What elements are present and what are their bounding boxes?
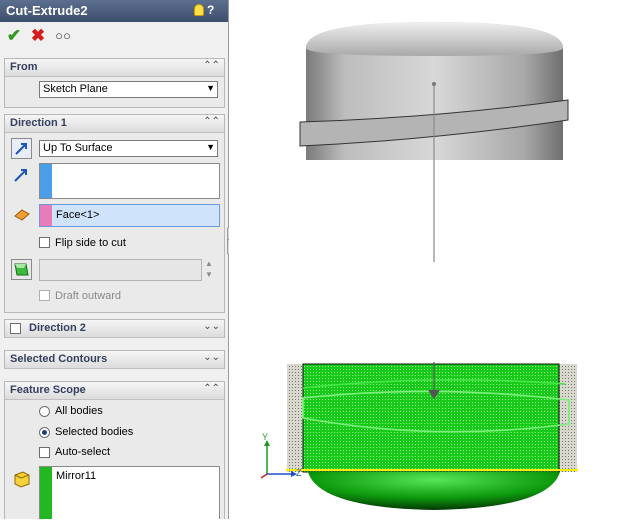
end-condition-value: Up To Surface [43, 142, 113, 154]
reverse-direction-icon[interactable] [11, 138, 32, 159]
chevron-up-icon[interactable]: ⌃⌃ [203, 116, 220, 127]
direction1-header-label: Direction 1 [10, 117, 67, 129]
solid-body-icon [13, 470, 31, 491]
chevron-up-icon[interactable]: ⌃⌃ [203, 383, 220, 394]
model-view [260, 22, 578, 510]
from-select-value: Sketch Plane [43, 83, 108, 95]
direction2-header[interactable]: Direction 2 ⌄⌄ [5, 320, 224, 338]
triad-y-label: Y [262, 432, 269, 442]
chevron-down-icon[interactable]: ⌄⌄ [203, 321, 220, 332]
tip-icon[interactable] [194, 4, 204, 16]
from-section: From ⌃⌃ Sketch Plane ▼ [4, 58, 225, 108]
direction1-section: Direction 1 ⌃⌃ Up To Surface ▼ Face<1> F… [4, 114, 225, 313]
spin-up-icon[interactable]: ▲ [205, 259, 213, 268]
draft-icon[interactable] [11, 259, 32, 280]
draft-outward-checkbox[interactable] [39, 290, 50, 301]
feature-title-bar: Cut-Extrude2 ? [0, 0, 228, 22]
selected-bodies-radio[interactable] [39, 427, 50, 438]
end-condition-select[interactable]: Up To Surface ▼ [39, 140, 218, 157]
graphics-viewport[interactable]: Y Z [229, 0, 620, 519]
face-icon [13, 208, 31, 225]
face-swatch [40, 205, 52, 226]
all-bodies-label: All bodies [55, 405, 103, 417]
bodies-list[interactable]: Mirror11 [39, 466, 220, 519]
direction-vector-icon [13, 167, 29, 186]
body-list-item[interactable]: Mirror11 [56, 470, 96, 482]
spin-down-icon[interactable]: ▼ [205, 270, 213, 279]
direction-swatch [40, 164, 52, 198]
dropdown-arrow-icon[interactable]: ▼ [206, 142, 215, 152]
feature-scope-label: Feature Scope [10, 384, 86, 396]
selected-contours-label: Selected Contours [10, 353, 108, 365]
triad-z-label: Z [296, 468, 302, 478]
body-swatch [40, 467, 52, 519]
check-icon[interactable]: ✔ [5, 27, 23, 45]
feature-scope-section: Feature Scope ⌃⌃ All bodies Selected bod… [4, 381, 225, 519]
direction2-checkbox[interactable] [10, 323, 21, 334]
all-bodies-radio[interactable] [39, 406, 50, 417]
from-select[interactable]: Sketch Plane ▼ [39, 81, 218, 98]
cap-body[interactable] [299, 22, 569, 262]
help-icon[interactable]: ? [207, 3, 214, 17]
direction2-section: Direction 2 ⌄⌄ [4, 319, 225, 338]
property-manager: Cut-Extrude2 ? ✔ ✖ ○○ From ⌃⌃ Sketch Pla… [0, 0, 229, 519]
selected-contours-section: Selected Contours ⌄⌄ [4, 350, 225, 369]
direction1-header[interactable]: Direction 1 ⌃⌃ [5, 115, 224, 133]
selected-bodies-label: Selected bodies [55, 426, 134, 438]
flip-side-checkbox[interactable] [39, 237, 50, 248]
close-icon[interactable]: ✖ [29, 27, 47, 45]
from-header[interactable]: From ⌃⌃ [5, 59, 224, 77]
selected-contours-header[interactable]: Selected Contours ⌄⌄ [5, 351, 224, 369]
feature-title: Cut-Extrude2 [6, 3, 88, 18]
draft-outward-label: Draft outward [55, 290, 122, 302]
auto-select-checkbox[interactable] [39, 447, 50, 458]
dropdown-arrow-icon[interactable]: ▼ [206, 83, 215, 93]
from-header-label: From [10, 61, 38, 73]
face-field[interactable]: Face<1> [39, 204, 220, 227]
feature-scope-header[interactable]: Feature Scope ⌃⌃ [5, 382, 224, 400]
cut-preview[interactable] [286, 362, 578, 510]
auto-select-label: Auto-select [55, 446, 111, 458]
face-value: Face<1> [56, 209, 100, 221]
direction-vector-field[interactable] [39, 163, 220, 199]
flip-side-label: Flip side to cut [55, 237, 126, 249]
direction2-header-label: Direction 2 [29, 322, 86, 334]
draft-angle-input[interactable] [39, 259, 202, 281]
glasses-icon[interactable]: ○○ [54, 27, 72, 45]
chevron-down-icon[interactable]: ⌄⌄ [203, 352, 220, 363]
chevron-up-icon[interactable]: ⌃⌃ [203, 60, 220, 71]
